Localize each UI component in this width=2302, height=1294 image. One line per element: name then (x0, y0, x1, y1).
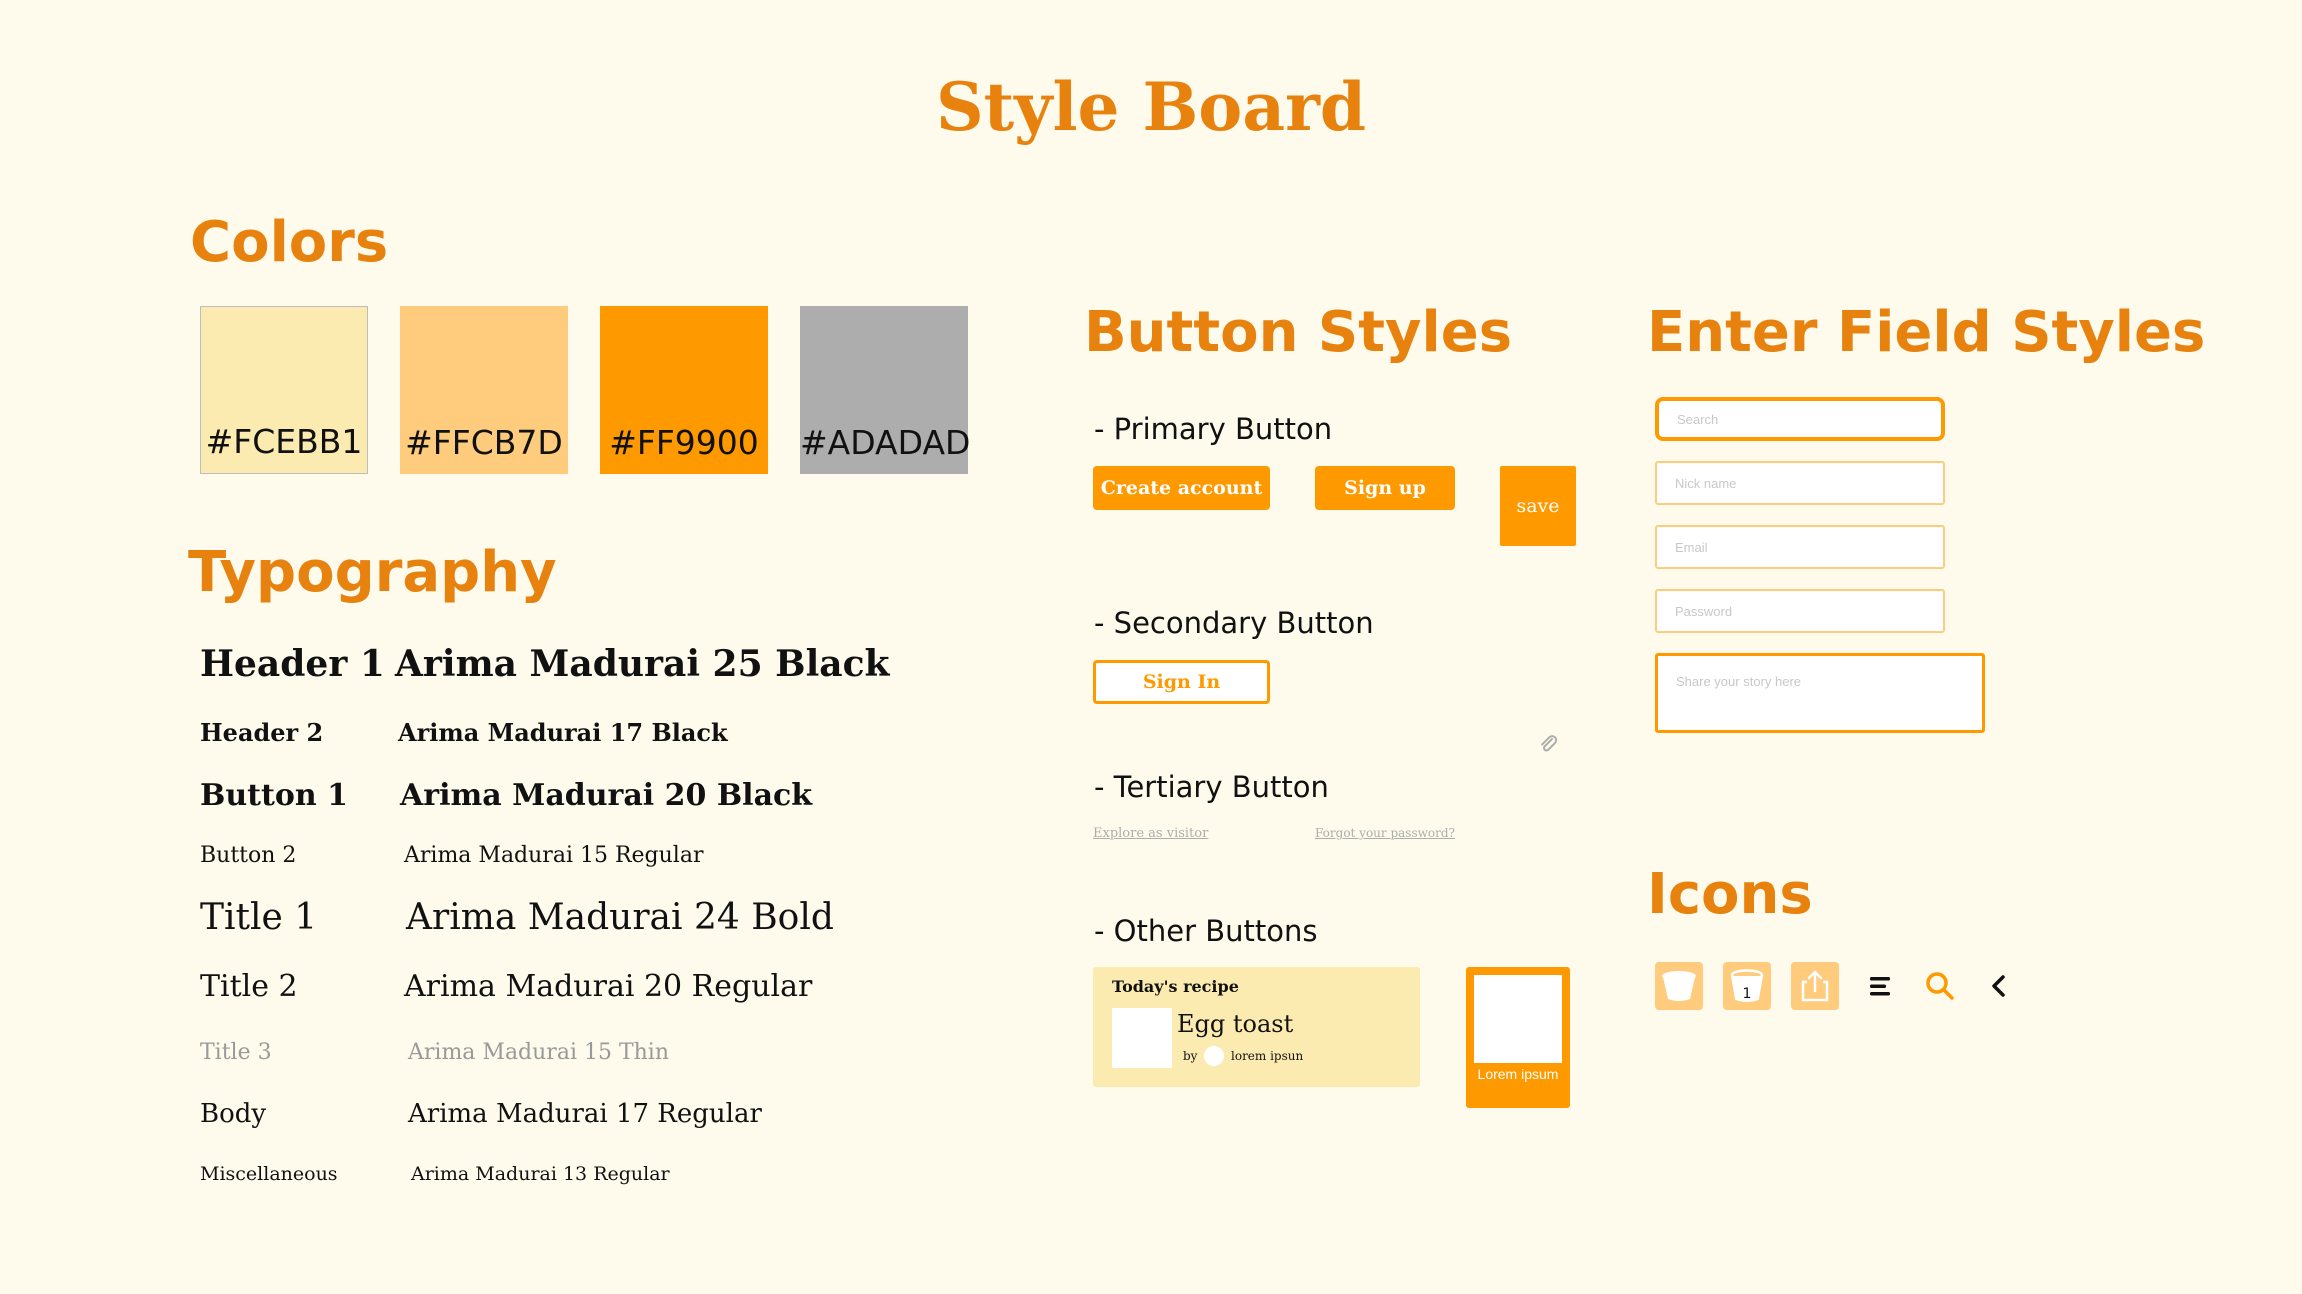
typo-spec-title2: Arima Madurai 20 Regular (404, 969, 813, 1004)
nickname-field[interactable]: Nick name (1655, 461, 1945, 505)
typography-heading: Typography (188, 540, 557, 605)
field-styles-heading: Enter Field Styles (1647, 300, 2206, 365)
cup-count-icon[interactable]: 1 (1723, 962, 1771, 1010)
recipe-thumbnail (1112, 1008, 1172, 1068)
typo-spec-button2: Arima Madurai 15 Regular (404, 843, 704, 868)
story-textarea[interactable]: Share your story here (1655, 653, 1985, 733)
share-icon[interactable] (1791, 962, 1839, 1010)
swatch-gray: #ADADAD (800, 306, 971, 474)
tile-label: Lorem ipsum (1477, 1066, 1559, 1082)
typo-spec-body: Arima Madurai 17 Regular (408, 1099, 762, 1129)
lorem-tile-button[interactable]: Lorem ipsum (1466, 967, 1570, 1108)
paperclip-icon[interactable] (1536, 732, 1560, 756)
colors-heading: Colors (190, 210, 389, 275)
swatch-label: #FF9900 (609, 423, 759, 462)
save-button[interactable]: save (1500, 466, 1576, 546)
swatch-mid: #FFCB7D (400, 306, 568, 474)
cup-icon[interactable] (1655, 962, 1703, 1010)
author-avatar (1204, 1046, 1224, 1066)
typo-name-button1: Button 1 (200, 778, 349, 813)
forgot-password-link[interactable]: Forgot your password? (1315, 826, 1455, 840)
swatch-label: #FFCB7D (405, 423, 563, 462)
typo-spec-header2: Arima Madurai 17 Black (398, 718, 728, 747)
back-chevron-icon[interactable] (1975, 962, 2023, 1010)
swatch-light: #FCEBB1 (200, 306, 368, 474)
other-buttons-heading: - Other Buttons (1094, 914, 1318, 948)
primary-button-heading: - Primary Button (1094, 412, 1333, 446)
typo-name-title1: Title 1 (200, 897, 318, 938)
email-field[interactable]: Email (1655, 525, 1945, 569)
recipe-card-title: Egg toast (1177, 1010, 1294, 1038)
typo-name-header1: Header 1 (200, 643, 385, 685)
typo-spec-title3: Arima Madurai 15 Thin (408, 1040, 670, 1065)
recipe-card-label: Today's recipe (1112, 977, 1239, 996)
recipe-card[interactable]: Today's recipe Egg toast by lorem ipsun (1093, 967, 1420, 1087)
search-field[interactable]: Search (1655, 397, 1945, 441)
search-icon[interactable] (1916, 962, 1964, 1010)
tile-image (1474, 975, 1562, 1063)
swatch-label: #ADADAD (800, 423, 971, 462)
typo-spec-header1: Arima Madurai 25 Black (395, 643, 890, 685)
swatch-label: #FCEBB1 (205, 422, 363, 461)
sign-up-button[interactable]: Sign up (1315, 466, 1455, 510)
recipe-card-by: by (1183, 1049, 1198, 1063)
typo-name-title2: Title 2 (200, 969, 298, 1004)
typo-spec-button1: Arima Madurai 20 Black (400, 778, 813, 813)
typo-name-title3: Title 3 (200, 1040, 272, 1065)
sign-in-button[interactable]: Sign In (1093, 660, 1270, 704)
typo-name-body: Body (200, 1099, 267, 1129)
typo-name-misc: Miscellaneous (200, 1163, 338, 1185)
menu-icon[interactable] (1857, 962, 1905, 1010)
tertiary-button-heading: - Tertiary Button (1094, 770, 1329, 804)
explore-as-visitor-link[interactable]: Explore as visitor (1093, 826, 1208, 841)
typo-spec-title1: Arima Madurai 24 Bold (406, 897, 834, 938)
password-field[interactable]: Password (1655, 589, 1945, 633)
create-account-button[interactable]: Create account (1093, 466, 1270, 510)
page-title: Style Board (935, 68, 1367, 146)
typo-spec-misc: Arima Madurai 13 Regular (411, 1163, 670, 1185)
button-styles-heading: Button Styles (1084, 300, 1513, 365)
typo-name-header2: Header 2 (200, 718, 324, 747)
secondary-button-heading: - Secondary Button (1094, 606, 1374, 640)
swatch-primary: #FF9900 (600, 306, 768, 474)
recipe-card-author: lorem ipsun (1231, 1049, 1304, 1063)
icons-heading: Icons (1647, 862, 1813, 927)
cup-count: 1 (1743, 986, 1752, 1002)
typo-name-button2: Button 2 (200, 843, 297, 868)
